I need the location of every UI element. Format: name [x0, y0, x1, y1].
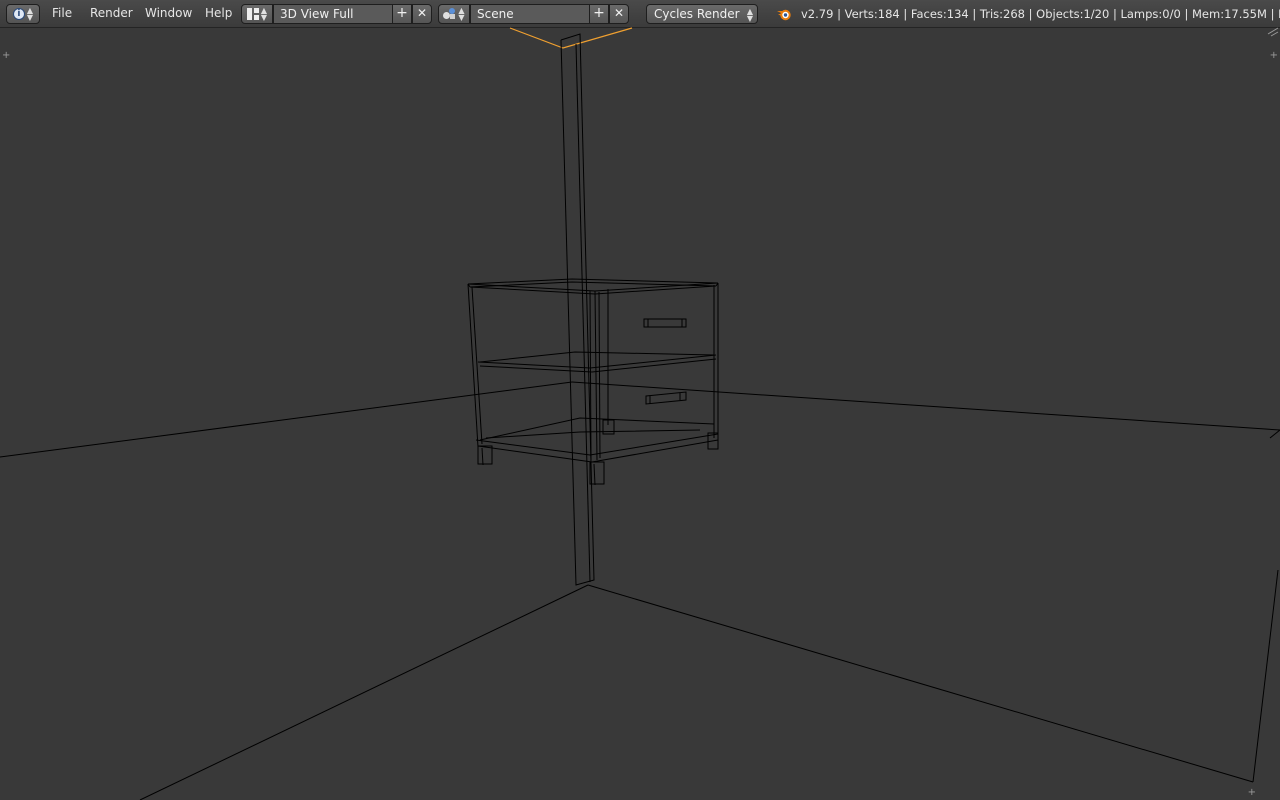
- menu-file[interactable]: File: [52, 6, 72, 20]
- info-header: i ▲ ▼ File Render Window Help ▲ ▼ 3D View …: [0, 0, 1280, 28]
- chevron-updown-icon: ▲ ▼: [458, 6, 465, 22]
- delete-screen-button[interactable]: ✕: [412, 4, 432, 24]
- plus-icon: +: [396, 5, 408, 21]
- close-icon: ✕: [416, 6, 428, 20]
- chevron-updown-icon: ▲ ▼: [26, 6, 34, 22]
- scene-selector[interactable]: ▲ ▼: [438, 4, 470, 24]
- add-screen-button[interactable]: +: [392, 4, 412, 24]
- area-split-handle-top-left[interactable]: +: [2, 51, 10, 61]
- menu-render[interactable]: Render: [90, 6, 133, 20]
- area-split-handle-top-right[interactable]: +: [1270, 51, 1278, 61]
- blender-window: i ▲ ▼ File Render Window Help ▲ ▼ 3D View …: [0, 0, 1280, 800]
- chevron-updown-icon: ▲ ▼: [260, 6, 268, 22]
- delete-scene-button[interactable]: ✕: [609, 4, 629, 24]
- 3d-viewport[interactable]: + + +: [0, 28, 1280, 800]
- render-engine-label: Cycles Render: [654, 7, 740, 21]
- add-scene-button[interactable]: +: [589, 4, 609, 24]
- scene-icon: [443, 8, 456, 20]
- editor-type-button[interactable]: i ▲ ▼: [6, 4, 40, 24]
- screen-layout-name-field[interactable]: 3D View Full: [273, 4, 393, 24]
- menu-help[interactable]: Help: [205, 6, 232, 20]
- blender-logo-icon: [777, 9, 791, 21]
- info-icon: i: [12, 8, 25, 20]
- chevron-updown-icon: ▲ ▼: [746, 7, 753, 23]
- close-icon: ✕: [613, 6, 625, 20]
- plus-icon: +: [593, 5, 605, 21]
- scene-name-field[interactable]: Scene: [470, 4, 590, 24]
- menu-window[interactable]: Window: [145, 6, 192, 20]
- screen-layout-selector[interactable]: ▲ ▼: [241, 4, 273, 24]
- area-split-handle-bottom-right[interactable]: +: [1248, 788, 1256, 798]
- scene-stats: v2.79 | Verts:184 | Faces:134 | Tris:268…: [801, 7, 1280, 21]
- render-engine-dropdown[interactable]: Cycles Render ▲ ▼: [646, 4, 758, 24]
- screen-layout-icon: [246, 8, 259, 20]
